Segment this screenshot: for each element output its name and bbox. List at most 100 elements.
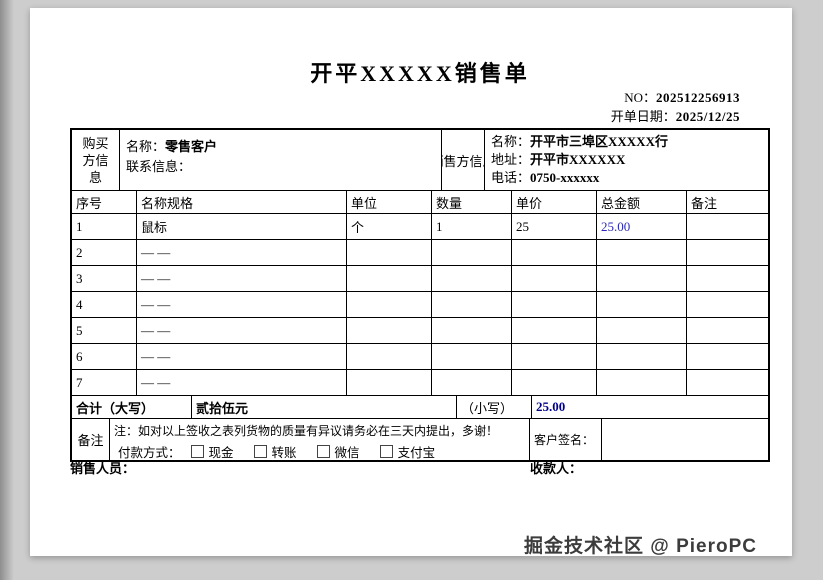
item-note <box>687 266 768 291</box>
seller-address-line: 地址：开平市XXXXXX <box>491 151 762 169</box>
payment-option-alipay-label: 支付宝 <box>397 446 436 460</box>
item-unit <box>347 318 432 343</box>
seller-section-label: 销售方信息 <box>442 130 485 190</box>
invoice-date-line: 开单日期：2025/12/25 <box>611 107 740 126</box>
invoice-table: 购买方信息 名称：零售客户 联系信息： 销售方信息 名称：开平市三埠区XXXXX… <box>70 128 770 462</box>
item-name: 鼠标 <box>137 214 347 239</box>
header-qty: 数量 <box>432 191 512 213</box>
seller-name-line: 名称：开平市三埠区XXXXX行 <box>491 133 762 151</box>
item-no: 1 <box>72 214 137 239</box>
seller-name-value: 开平市三埠区XXXXX行 <box>530 134 668 149</box>
header-no: 序号 <box>72 191 137 213</box>
item-price <box>512 370 597 395</box>
table-row: 6 — — <box>72 343 768 369</box>
header-name-spec: 名称规格 <box>137 191 347 213</box>
header-unit: 单位 <box>347 191 432 213</box>
item-name: — — <box>137 292 347 317</box>
buyer-name-label: 名称： <box>126 139 166 154</box>
table-header-row: 序号 名称规格 单位 数量 单价 总金额 备注 <box>72 190 768 213</box>
item-no: 5 <box>72 318 137 343</box>
item-amount <box>597 266 687 291</box>
item-note <box>687 240 768 265</box>
seller-info-cell: 名称：开平市三埠区XXXXX行 地址：开平市XXXXXX 电话：0750-xxx… <box>485 130 768 190</box>
header-note: 备注 <box>691 195 718 211</box>
seller-phone-line: 电话：0750-xxxxxx <box>491 169 762 187</box>
payment-option-wechat[interactable]: 微信 <box>316 442 360 460</box>
payee-label: 收款人： <box>530 461 583 476</box>
item-no: 3 <box>72 266 137 291</box>
remarks-label: 备注 <box>72 419 110 460</box>
item-name: — — <box>137 266 347 291</box>
item-price <box>512 292 597 317</box>
item-price: 25 <box>512 214 597 239</box>
payment-option-alipay[interactable]: 支付宝 <box>379 442 436 460</box>
item-qty <box>432 344 512 369</box>
item-qty <box>432 240 512 265</box>
item-no: 7 <box>72 370 137 395</box>
item-no: 2 <box>72 240 137 265</box>
invoice-date-value: 2025/12/25 <box>675 109 740 124</box>
total-lower-label: （小写） <box>457 396 532 418</box>
quality-notice-text: 注：如对以上签收之表列货物的质量有异议请务必在三天内提出，多谢！ <box>114 424 499 438</box>
item-no: 6 <box>72 344 137 369</box>
buyer-section-label: 购买方信息 <box>72 130 120 190</box>
page-title: 开平XXXXX销售单 <box>310 61 530 86</box>
checkbox-transfer-icon[interactable] <box>253 445 267 458</box>
item-amount <box>597 240 687 265</box>
item-note <box>687 292 768 317</box>
table-row: 7 — — <box>72 369 768 395</box>
customer-signature-label: 客户签名： <box>530 419 602 460</box>
buyer-info-cell: 名称：零售客户 联系信息： <box>120 130 442 190</box>
item-qty <box>432 318 512 343</box>
invoice-number-value: 202512256913 <box>656 90 740 105</box>
item-qty <box>432 266 512 291</box>
table-row: 5 — — <box>72 317 768 343</box>
invoice-date-label: 开单日期： <box>610 109 676 124</box>
total-words-value: 贰拾伍元 <box>192 396 457 418</box>
total-row: 合计（大写） 贰拾伍元 （小写） 25.00 <box>72 395 768 418</box>
item-note <box>687 344 768 369</box>
item-amount <box>597 292 687 317</box>
item-unit <box>347 370 432 395</box>
header-total-amount: 总金额 <box>597 191 687 213</box>
payment-option-transfer[interactable]: 转账 <box>253 442 297 460</box>
window-edge-shading <box>0 0 14 580</box>
payment-option-cash[interactable]: 现金 <box>190 442 234 460</box>
item-name: — — <box>137 344 347 369</box>
checkbox-alipay-icon[interactable] <box>379 445 393 458</box>
customer-signature-area <box>602 419 768 460</box>
checkbox-wechat-icon[interactable] <box>316 445 330 458</box>
buyer-name-value: 零售客户 <box>165 139 218 154</box>
payment-option-cash-label: 现金 <box>208 446 234 460</box>
item-unit <box>347 266 432 291</box>
item-unit: 个 <box>347 214 432 239</box>
table-row: 3 — — <box>72 265 768 291</box>
item-qty <box>432 292 512 317</box>
table-row: 1 鼠标 个 1 25 25.00 <box>72 213 768 239</box>
item-qty: 1 <box>432 214 512 239</box>
item-amount <box>597 370 687 395</box>
payment-method-line: 付款方式： 现金 转账 微信 支付宝 <box>110 440 529 460</box>
item-note <box>687 370 768 395</box>
item-name: — — <box>137 240 347 265</box>
payment-option-transfer-label: 转账 <box>271 446 297 460</box>
watermark: 掘金技术社区 @ PieroPC <box>524 536 757 557</box>
seller-phone-value: 0750-xxxxxx <box>530 170 600 185</box>
item-price <box>512 240 597 265</box>
checkbox-cash-icon[interactable] <box>190 445 204 458</box>
item-unit <box>347 344 432 369</box>
invoice-number-line: NO：202512256913 <box>611 88 740 107</box>
table-row: 2 — — <box>72 239 768 265</box>
item-amount <box>597 344 687 369</box>
remarks-row: 备注 注：如对以上签收之表列货物的质量有异议请务必在三天内提出，多谢！ 付款方式… <box>72 418 768 460</box>
payment-option-wechat-label: 微信 <box>334 446 360 460</box>
item-amount <box>597 318 687 343</box>
item-note <box>687 318 768 343</box>
item-note <box>687 214 768 239</box>
item-qty <box>432 370 512 395</box>
item-price <box>512 266 597 291</box>
buyer-contact-label: 联系信息： <box>126 159 192 174</box>
item-amount: 25.00 <box>597 214 687 239</box>
seller-name-label: 名称： <box>491 134 531 149</box>
item-no: 4 <box>72 292 137 317</box>
